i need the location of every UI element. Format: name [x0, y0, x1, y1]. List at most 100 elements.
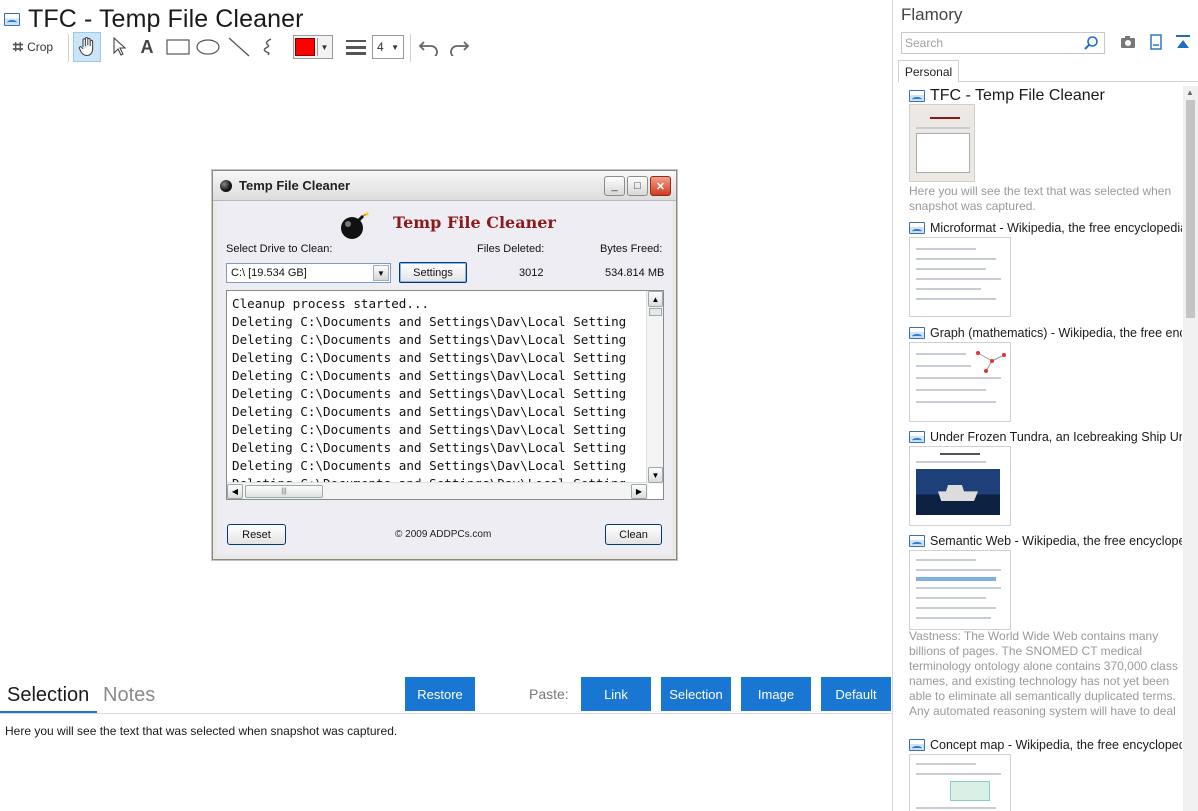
sidebar: Flamory Search Personal TFC - Temp File … [894, 0, 1198, 811]
rectangle-tool-button[interactable] [164, 32, 192, 62]
list-item-title: TFC - Temp File Cleaner [930, 87, 1105, 104]
paste-default-button[interactable]: Default [821, 677, 891, 711]
list-item-title: Microformat - Wikipedia, the free encycl… [930, 221, 1182, 235]
thumbnail-line [916, 569, 1001, 571]
line-size-value: 4 [377, 40, 384, 54]
list-item[interactable]: Semantic Web - Wikipedia, the free encyc… [909, 533, 1182, 721]
copyright-text: © 2009 ADDPCs.com [395, 529, 492, 540]
sidebar-scrollbar[interactable]: ▲ [1183, 86, 1198, 811]
thumbnail-line [916, 288, 981, 290]
redo-button[interactable] [446, 32, 472, 62]
thumbnail-line [916, 377, 1001, 379]
tfc-window-title: Temp File Cleaner [239, 178, 351, 193]
selection-text[interactable]: Here you will see the text that was sele… [5, 724, 397, 738]
webpage-icon [909, 739, 925, 751]
scroll-up-icon: ▲ [648, 291, 663, 307]
scroll-up-icon[interactable]: ▲ [1186, 88, 1194, 97]
tab-selection[interactable]: Selection [7, 684, 89, 707]
search-input[interactable]: Search [901, 32, 1105, 54]
drive-select: C:\ [19.534 GB] ▼ [226, 263, 391, 283]
search-icon[interactable] [1083, 35, 1099, 51]
camera-icon[interactable] [1120, 34, 1136, 50]
paste-label: Paste: [529, 686, 569, 702]
thumbnail [909, 237, 1011, 317]
thumbnail-line [916, 559, 976, 561]
ellipse-icon [196, 39, 220, 55]
line-size-select[interactable]: 4 ▼ [372, 35, 404, 59]
redo-icon [450, 41, 470, 56]
list-item[interactable]: Graph (mathematics) - Wikipedia, the fre… [909, 325, 1182, 422]
bomb-icon [220, 180, 232, 192]
document-icon[interactable] [1148, 34, 1164, 50]
toolbar-divider [410, 34, 411, 62]
scroll-down-icon: ▼ [648, 467, 663, 483]
tfc-body: Temp File Cleaner Select Drive to Clean:… [217, 201, 672, 555]
thumbnail-line [916, 763, 976, 765]
crop-button[interactable]: ⌗ Crop [6, 32, 60, 62]
log-lines: Cleanup process started... Deleting C:\Do… [232, 295, 627, 499]
graph-thumbnail-icon [976, 351, 1006, 373]
collapse-top-icon[interactable] [1175, 34, 1191, 50]
select-tool-button[interactable] [107, 32, 131, 62]
thumbnail-line [930, 117, 960, 119]
paste-link-button[interactable]: Link [581, 677, 651, 711]
drive-value: C:\ [19.534 GB] [231, 267, 307, 279]
line-tool-button[interactable] [226, 32, 252, 62]
thumbnail-line [940, 453, 980, 455]
log-output: Cleanup process started... Deleting C:\Do… [226, 290, 664, 500]
bytes-freed-label: Bytes Freed: [600, 243, 663, 255]
hand-icon [78, 37, 94, 57]
undo-icon [418, 41, 438, 56]
thumbnail [909, 446, 1011, 526]
rectangle-icon [166, 39, 190, 55]
annotation-toolbar: ⌗ Crop A ▼ 4 ▼ [6, 32, 486, 62]
settings-button: Settings [399, 262, 467, 283]
tab-notes[interactable]: Notes [103, 684, 155, 707]
hand-tool-button[interactable] [73, 32, 101, 62]
color-picker[interactable]: ▼ [293, 35, 333, 59]
scroll-thumb[interactable] [1186, 100, 1195, 318]
log-line: Cleanup process started... [232, 296, 430, 311]
tfc-heading: Temp File Cleaner [393, 213, 556, 232]
files-deleted-value: 3012 [519, 267, 544, 279]
list-item-header: Under Frozen Tundra, an Icebreaking Ship… [909, 429, 1182, 445]
list-item-title: Graph (mathematics) - Wikipedia, the fre… [930, 326, 1182, 340]
horizontal-scrollbar: ◀ ||| ▶ [227, 482, 648, 499]
close-icon: ✕ [650, 176, 671, 196]
list-item[interactable]: Concept map - Wikipedia, the free encycl… [909, 737, 1182, 811]
restore-button[interactable]: Restore [405, 677, 475, 711]
webpage-icon [909, 90, 925, 102]
list-item-title: Concept map - Wikipedia, the free encycl… [930, 738, 1182, 752]
line-width-button[interactable] [344, 32, 368, 62]
thumbnail [909, 754, 1011, 811]
thumbnail-line [916, 577, 996, 581]
flamory-window: TFC - Temp File Cleaner ⌗ Crop A ▼ 4 ▼ T… [0, 0, 1198, 811]
text-tool-button[interactable]: A [135, 32, 159, 62]
list-item-header: TFC - Temp File Cleaner [909, 87, 1182, 104]
list-item[interactable]: TFC - Temp File Cleaner Here you will se… [909, 87, 1182, 213]
list-item-title: Under Frozen Tundra, an Icebreaking Ship… [930, 430, 1182, 444]
search-placeholder: Search [905, 36, 944, 50]
ellipse-tool-button[interactable] [194, 32, 222, 62]
scroll-right-icon: ▶ [631, 484, 647, 499]
thumbnail-line [916, 365, 971, 367]
log-line: Deleting C:\Documents and Settings\Dav\L… [232, 314, 627, 329]
log-line: Deleting C:\Documents and Settings\Dav\L… [232, 422, 627, 437]
undo-button[interactable] [416, 32, 442, 62]
thumbnail-line [916, 597, 986, 599]
thumbnail-line [916, 461, 986, 463]
text-icon: A [140, 36, 154, 57]
scroll-left-icon: ◀ [227, 484, 243, 499]
freehand-tool-button[interactable] [256, 32, 280, 62]
list-item[interactable]: Under Frozen Tundra, an Icebreaking Ship… [909, 429, 1182, 526]
list-item[interactable]: Microformat - Wikipedia, the free encycl… [909, 220, 1182, 317]
vertical-scrollbar: ▲ ▼ [646, 291, 663, 484]
thumbnail-line [916, 773, 1001, 775]
thumbnail-line [916, 298, 996, 300]
webpage-icon [909, 431, 925, 443]
paste-image-button[interactable]: Image [741, 677, 811, 711]
tab-personal[interactable]: Personal [898, 60, 959, 82]
paste-selection-button[interactable]: Selection [661, 677, 731, 711]
thumbnail-line [916, 133, 970, 173]
toolbar-divider [68, 34, 69, 62]
